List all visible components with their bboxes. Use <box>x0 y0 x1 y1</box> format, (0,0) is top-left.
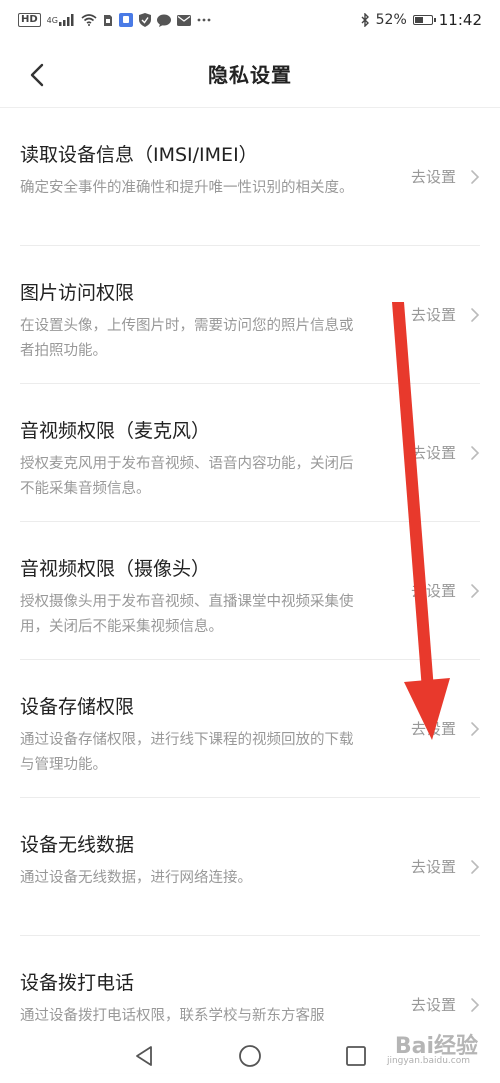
mail-icon <box>176 14 191 26</box>
setting-title: 读取设备信息（IMSI/IMEI） <box>20 144 258 166</box>
network-type-label: 4G <box>46 15 58 25</box>
nav-back-button[interactable] <box>130 1042 158 1070</box>
setting-title: 音视频权限（摄像头） <box>20 558 211 580</box>
go-settings-label: 去设置 <box>410 720 456 738</box>
go-settings-link[interactable]: 去设置 <box>411 166 480 187</box>
nav-recent-button[interactable] <box>342 1042 370 1070</box>
hd-badge: HD <box>18 13 41 27</box>
status-right: 52% 11:42 <box>361 11 482 29</box>
setting-description: 通过设备存储权限，进行线下课程的视频回放的下载与管理功能。 <box>20 732 354 773</box>
chevron-right-icon <box>471 721 480 736</box>
back-button[interactable] <box>22 60 52 90</box>
setting-item-camera[interactable]: 音视频权限（摄像头） 授权摄像头用于发布音视频、直播课堂中视频采集使用，关闭后不… <box>20 522 480 660</box>
settings-list: 读取设备信息（IMSI/IMEI） 确定安全事件的准确性和提升唯一性识别的相关度… <box>0 108 500 1074</box>
setting-item-wireless-data[interactable]: 设备无线数据 通过设备无线数据，进行网络连接。 去设置 <box>20 798 480 936</box>
nav-back-icon <box>136 1046 152 1066</box>
setting-item-photo-access[interactable]: 图片访问权限 在设置头像，上传图片时，需要访问您的照片信息或者拍照功能。 去设置 <box>20 246 480 384</box>
go-settings-label: 去设置 <box>410 858 456 876</box>
app-screen: HD 4G 52% 11:42 隐私设置 读取设备信息（IMSI/IMEI） 确… <box>0 0 500 1083</box>
battery-percent: 52% <box>375 12 407 28</box>
sim-icon <box>103 14 113 27</box>
go-settings-link[interactable]: 去设置 <box>411 304 480 325</box>
battery-fill <box>414 17 423 23</box>
chevron-left-icon <box>30 63 44 87</box>
watermark-url: jingyan.baidu.com <box>386 1056 470 1066</box>
status-left: HD 4G <box>18 13 211 27</box>
setting-title: 设备存储权限 <box>20 696 135 718</box>
chevron-right-icon <box>471 859 480 874</box>
bluetooth-icon <box>361 13 370 27</box>
page-header: 隐私设置 <box>0 40 500 108</box>
setting-description: 授权摄像头用于发布音视频、直播课堂中视频采集使用，关闭后不能采集视频信息。 <box>20 594 354 635</box>
setting-description: 授权麦克风用于发布音视频、语音内容功能，关闭后不能采集音频信息。 <box>20 456 354 497</box>
setting-description: 确定安全事件的准确性和提升唯一性识别的相关度。 <box>20 180 354 196</box>
nav-home-button[interactable] <box>236 1042 264 1070</box>
go-settings-link[interactable]: 去设置 <box>411 856 480 877</box>
chat-icon <box>156 14 171 27</box>
app-notification-icon <box>118 13 133 27</box>
setting-description: 在设置头像，上传图片时，需要访问您的照片信息或者拍照功能。 <box>20 318 354 359</box>
chevron-right-icon <box>471 583 480 598</box>
page-title: 隐私设置 <box>208 63 292 87</box>
setting-title: 音视频权限（麦克风） <box>20 420 211 442</box>
setting-description: 通过设备无线数据，进行网络连接。 <box>20 870 252 886</box>
go-settings-label: 去设置 <box>410 306 456 324</box>
wifi-icon <box>81 14 97 26</box>
setting-item-storage[interactable]: 设备存储权限 通过设备存储权限，进行线下课程的视频回放的下载与管理功能。 去设置 <box>20 660 480 798</box>
setting-description: 通过设备拨打电话权限，联系学校与新东方客服 <box>20 1008 325 1024</box>
chevron-right-icon <box>471 307 480 322</box>
shield-icon <box>138 13 151 27</box>
setting-title: 设备拨打电话 <box>20 972 135 994</box>
go-settings-link[interactable]: 去设置 <box>411 580 480 601</box>
clock-time: 11:42 <box>438 11 482 29</box>
setting-title: 设备无线数据 <box>20 834 135 856</box>
go-settings-link[interactable]: 去设置 <box>411 718 480 739</box>
signal-icon: 4G <box>47 14 75 26</box>
chevron-right-icon <box>471 445 480 460</box>
go-settings-link[interactable]: 去设置 <box>411 994 480 1015</box>
chevron-right-icon <box>471 169 480 184</box>
go-settings-label: 去设置 <box>410 168 456 186</box>
nav-home-icon <box>239 1045 261 1067</box>
setting-item-device-info[interactable]: 读取设备信息（IMSI/IMEI） 确定安全事件的准确性和提升唯一性识别的相关度… <box>20 108 480 246</box>
go-settings-label: 去设置 <box>410 444 456 462</box>
setting-title: 图片访问权限 <box>20 282 135 304</box>
go-settings-label: 去设置 <box>410 996 456 1014</box>
chevron-right-icon <box>471 997 480 1012</box>
battery-icon <box>412 15 436 25</box>
more-dots-icon <box>197 18 211 22</box>
go-settings-label: 去设置 <box>410 582 456 600</box>
nav-recent-icon <box>346 1046 366 1066</box>
status-bar: HD 4G 52% 11:42 <box>0 0 500 40</box>
go-settings-link[interactable]: 去设置 <box>411 442 480 463</box>
setting-item-microphone[interactable]: 音视频权限（麦克风） 授权麦克风用于发布音视频、语音内容功能，关闭后不能采集音频… <box>20 384 480 522</box>
